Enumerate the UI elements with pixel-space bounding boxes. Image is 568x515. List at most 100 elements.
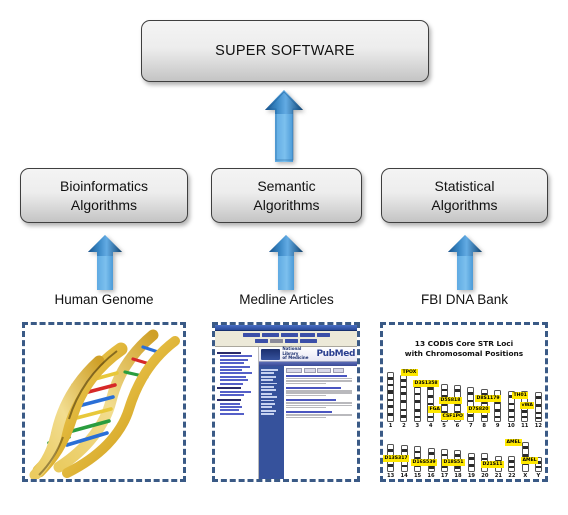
up-arrow-icon-fbi-dna-bank	[448, 235, 482, 290]
locus-label-d7s820: D7S820	[467, 406, 490, 413]
result-text-line	[286, 380, 352, 382]
chromosome-number: 19	[467, 473, 476, 479]
up-arrow-icon-human-genome	[88, 235, 122, 290]
result-text-line	[286, 414, 352, 416]
codis-karyotype: 13 CODIS Core STR Loci with Chromosomal …	[383, 325, 545, 479]
statistical-box-label: Statistical Algorithms	[427, 177, 501, 214]
locus-label-d21s11: D21S11	[481, 461, 504, 468]
browser-toolbar	[215, 331, 357, 347]
sidebar-section-heading	[216, 351, 242, 354]
semantic-line-2: Algorithms	[253, 196, 320, 213]
nav-item	[260, 392, 273, 395]
chromosome-number: 14	[400, 473, 408, 479]
locus-label-d18s51: D18S51	[442, 459, 465, 466]
caption-human-genome: Human Genome	[54, 292, 154, 307]
result-text-line	[286, 378, 352, 380]
chromosome-body	[387, 372, 394, 422]
up-arrow-icon-medline-articles	[269, 235, 303, 290]
chromosome-number: 9	[495, 423, 500, 429]
sidebar-link	[219, 372, 252, 375]
chromosome-12: 12	[535, 392, 542, 429]
toolbar-button	[270, 338, 283, 343]
locus-label-d8s1179: D8S1179	[475, 395, 502, 402]
result-item	[286, 411, 355, 419]
locus-label-vwa: vWA	[520, 402, 535, 409]
sidebar-section-heading	[216, 387, 242, 390]
toolbar-button	[285, 338, 298, 343]
chromosome-row-1: 1 2 3 4 5 6 7 8 9 10 11 12 TPOX D3S1358 …	[387, 367, 542, 429]
nav-item	[260, 389, 276, 392]
locus-label-d16s539: D16S539	[411, 459, 438, 466]
sidebar-link	[219, 382, 243, 385]
toolbar-button	[261, 333, 279, 337]
semantic-line-1: Semantic	[257, 177, 316, 194]
sidebar-link	[219, 409, 239, 412]
pubmed-image-panel: National Library of Medicine PubMed	[212, 322, 360, 482]
chromosome-3: 3	[413, 380, 421, 429]
dna-image-panel	[22, 322, 186, 482]
result-text-line	[286, 392, 352, 394]
sidebar-link	[219, 365, 250, 368]
bioinformatics-line-2: Algorithms	[70, 196, 138, 213]
caption-fbi-dna-bank: FBI DNA Bank	[420, 292, 509, 307]
sidebar-link	[219, 394, 245, 397]
pubmed-left-nav	[259, 365, 285, 479]
result-text-line	[286, 394, 327, 397]
chromosome-number: 17	[440, 473, 449, 479]
locus-label-th01: TH01	[512, 392, 529, 399]
results-control	[317, 367, 332, 373]
result-text-line	[286, 404, 352, 406]
chromosome-6: 6	[453, 385, 461, 429]
nav-item	[260, 379, 273, 382]
sidebar-link	[219, 402, 240, 405]
toolbar-button-row-1	[218, 333, 354, 337]
dna-double-helix-icon	[29, 329, 180, 479]
nlm-line-1: National Library	[282, 345, 302, 356]
toolbar-button	[255, 338, 268, 343]
sidebar-link	[219, 375, 246, 378]
chromosome-number: 1	[388, 423, 393, 429]
result-text-line	[286, 402, 352, 404]
chromosome-number: 12	[534, 423, 542, 429]
chromosome-number: 16	[427, 473, 435, 479]
up-arrow-icon-to-super-software	[265, 90, 303, 162]
bioinformatics-algorithms-box: Bioinformatics Algorithms	[20, 168, 188, 223]
chromosome-body	[534, 392, 542, 422]
chromosome-body	[467, 387, 475, 422]
toolbar-button	[300, 338, 317, 343]
result-title	[286, 411, 332, 414]
pubmed-page: National Library of Medicine PubMed	[259, 345, 357, 479]
sidebar-link	[219, 412, 244, 415]
chromosome-body	[467, 453, 475, 472]
codis-title: 13 CODIS Core STR Loci with Chromosomal …	[383, 339, 545, 359]
result-title	[286, 399, 336, 402]
bioinformatics-line-1: Bioinformatics	[60, 177, 148, 194]
semantic-algorithms-box: Semantic Algorithms	[211, 168, 362, 223]
result-title	[286, 375, 347, 377]
pubmed-results-list	[284, 365, 357, 479]
nav-item	[260, 413, 275, 415]
result-text-line	[286, 416, 327, 419]
nav-item	[260, 406, 272, 409]
results-control	[303, 367, 316, 373]
sidebar-section-heading	[216, 398, 242, 402]
chromosome-number: 2	[402, 423, 406, 429]
nav-item	[260, 375, 277, 378]
nav-item	[260, 409, 277, 412]
locus-label-fga: FGA	[428, 406, 442, 413]
pubmed-header: National Library of Medicine PubMed	[259, 345, 357, 362]
statistical-line-2: Algorithms	[431, 196, 498, 213]
result-text-line	[286, 406, 327, 409]
nav-item	[260, 399, 274, 402]
chromosome-number: 8	[482, 423, 487, 429]
chromosome-row-2: 13 14 15 16 17 18 19 20 21 22 X Y D13S31…	[383, 437, 542, 479]
bioinformatics-box-label: Bioinformatics Algorithms	[56, 177, 152, 214]
super-software-box: SUPER SOFTWARE	[141, 20, 429, 82]
chromosome-number: 4	[428, 423, 433, 429]
ncbi-logo-icon	[261, 348, 281, 360]
sidebar-link	[219, 406, 242, 409]
chromosome-body	[427, 383, 435, 422]
nlm-label: National Library of Medicine	[282, 345, 314, 361]
chromosome-number: 11	[521, 423, 529, 429]
locus-label-d3s1358: D3S1358	[413, 380, 440, 387]
